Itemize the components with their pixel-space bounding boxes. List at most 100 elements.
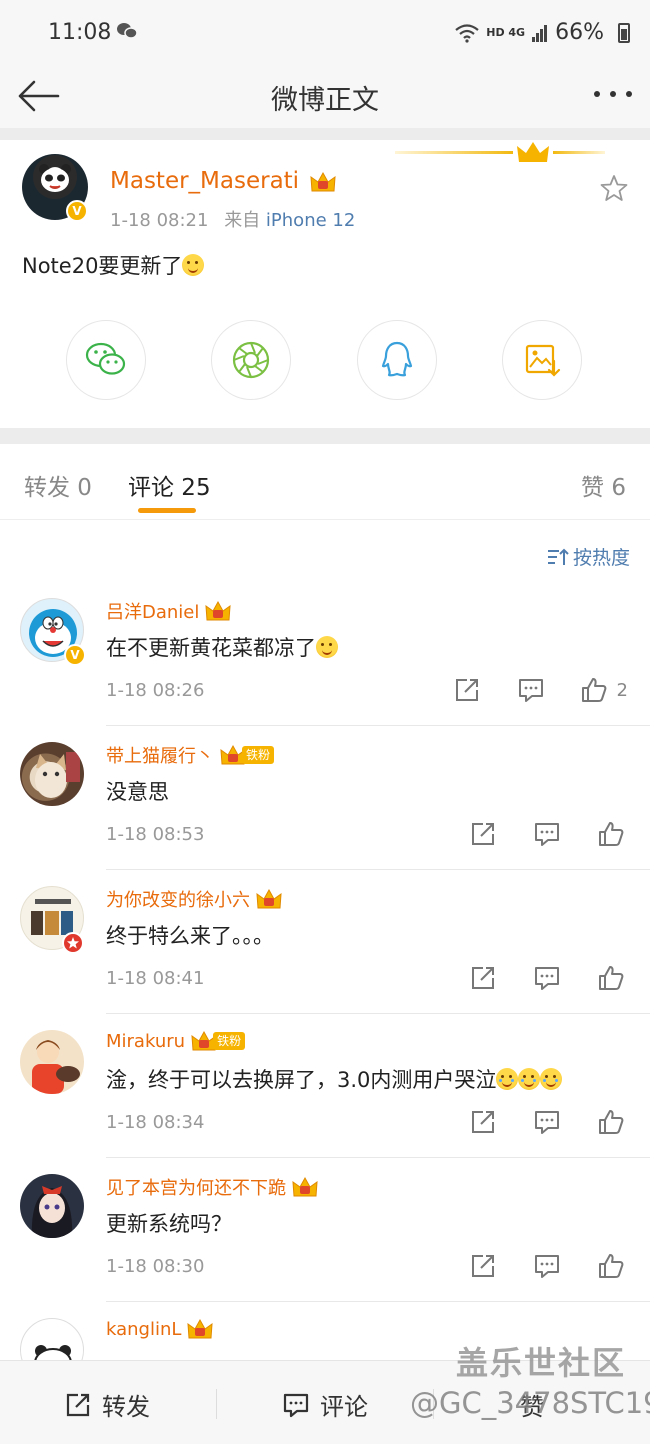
- reply-comment-icon[interactable]: [533, 820, 561, 848]
- reply-comment-icon[interactable]: [517, 676, 545, 704]
- commenter-avatar[interactable]: [20, 742, 84, 806]
- post-tabs: 转发 0 评论 25 赞 6: [0, 444, 650, 520]
- page-title: 微博正文: [271, 85, 379, 116]
- commenter-username[interactable]: Mirakuru: [106, 1031, 185, 1052]
- status-bar: 11:08 HD 4G 66%: [0, 0, 650, 66]
- cartoon-girl-avatar-icon: [32, 1040, 80, 1094]
- commenter-username[interactable]: 见了本宫为何还不下跪: [106, 1174, 286, 1200]
- tab-comments[interactable]: 评论 25: [128, 468, 211, 502]
- yummy-emoji-icon: [316, 636, 338, 658]
- comment-time: 1-18 08:34: [106, 1112, 205, 1133]
- repost-comment-icon[interactable]: [453, 676, 481, 704]
- verified-badge-icon: V: [64, 644, 86, 666]
- commenter-avatar[interactable]: [20, 1318, 84, 1360]
- commenter-name[interactable]: 为你改变的徐小六: [106, 886, 282, 912]
- network-label: HD 4G: [486, 26, 526, 39]
- share-moments-button[interactable]: [211, 320, 291, 400]
- comment-item: Mirakuru 铁粉 淦，终于可以去换屏了，3.0内测用户哭泣 1-18 08…: [0, 1014, 650, 1158]
- crying-emoji-icon: [496, 1068, 519, 1090]
- comment-text-content: 在不更新黄花菜都凉了: [106, 636, 316, 660]
- like-comment-icon[interactable]: [597, 964, 625, 992]
- post-time: 1-18 08:21: [110, 210, 209, 231]
- commenter-name[interactable]: 带上猫履行丶 铁粉: [106, 742, 275, 768]
- reply-comment-icon[interactable]: [533, 1108, 561, 1136]
- comment-icon: [283, 1393, 309, 1417]
- repost-button[interactable]: 转发: [64, 1387, 150, 1422]
- anime-girl-avatar-icon: [31, 1186, 73, 1238]
- repost-comment-icon[interactable]: [469, 964, 497, 992]
- reply-comment-icon[interactable]: [533, 964, 561, 992]
- panda-avatar-icon: [39, 164, 71, 192]
- commenter-avatar[interactable]: [20, 1174, 84, 1238]
- cat-avatar-icon: [35, 752, 80, 798]
- commenter-name[interactable]: kanglinL: [106, 1318, 213, 1340]
- wifi-icon: [455, 23, 479, 43]
- comment-time: 1-18 08:30: [106, 1256, 205, 1277]
- commenter-username[interactable]: 为你改变的徐小六: [106, 886, 250, 912]
- share-wechat-button[interactable]: [66, 320, 146, 400]
- post-meta: 1-18 08:21 来自 iPhone 12: [110, 206, 355, 232]
- like-count: 2: [616, 680, 628, 701]
- comment-time: 1-18 08:26: [106, 680, 205, 701]
- watermark-site: 盖乐世社区: [456, 1344, 627, 1382]
- vip-crown-icon: [256, 888, 282, 909]
- repost-comment-icon[interactable]: [469, 820, 497, 848]
- iron-fan-badge: 铁粉: [242, 746, 275, 764]
- crown-banner-icon: [395, 142, 605, 162]
- comment-text: 没意思: [106, 780, 169, 804]
- repost-label[interactable]: 转发: [102, 1387, 150, 1422]
- post-source-link[interactable]: iPhone 12: [266, 210, 355, 231]
- moments-icon: [232, 341, 270, 379]
- more-options-icon[interactable]: [592, 84, 634, 104]
- share-qq-button[interactable]: [357, 320, 437, 400]
- navigation-bar: 微博正文: [0, 66, 650, 128]
- signal-icon: [532, 24, 548, 42]
- vip-crown-icon: [310, 171, 336, 191]
- repost-comment-icon[interactable]: [469, 1108, 497, 1136]
- commenter-name[interactable]: 见了本宫为何还不下跪: [106, 1174, 318, 1200]
- commenter-username[interactable]: 带上猫履行丶: [106, 742, 214, 768]
- commenter-username[interactable]: kanglinL: [106, 1319, 181, 1340]
- comment-button[interactable]: 评论: [282, 1387, 368, 1422]
- like-comment-icon[interactable]: [597, 1108, 625, 1136]
- save-image-icon: [525, 344, 561, 377]
- comment-text: 在不更新黄花菜都凉了: [106, 632, 338, 662]
- star-badge-icon: [62, 932, 84, 954]
- comment-text-content: 淦，终于可以去换屏了，3.0内测用户哭泣: [106, 1068, 497, 1092]
- tab-repost[interactable]: 转发 0: [24, 468, 92, 502]
- tab-likes[interactable]: 赞 6: [581, 468, 626, 502]
- bottom-bar-divider: [216, 1389, 217, 1419]
- vip-crown-icon: [292, 1176, 318, 1197]
- comment-label[interactable]: 评论: [320, 1387, 368, 1422]
- post-content: Note20要更新了: [22, 250, 205, 280]
- like-comment-icon[interactable]: [597, 820, 625, 848]
- post-author-username[interactable]: Master_Maserati: [110, 168, 299, 194]
- comment-text: 终于特么来了。。。: [106, 924, 274, 948]
- post-author-name[interactable]: Master_Maserati: [110, 168, 336, 194]
- status-indicators: HD 4G 66%: [454, 20, 604, 45]
- comment-item: 见了本宫为何还不下跪 更新系统吗？ 1-18 08:30: [0, 1158, 650, 1302]
- comment-item: V 吕洋Daniel 在不更新黄花菜都凉了 1-18 08:26 2: [0, 582, 650, 726]
- verified-badge-icon: V: [66, 200, 88, 222]
- wechat-icon: [85, 342, 126, 375]
- like-comment-icon[interactable]: [597, 1252, 625, 1280]
- like-comment-icon[interactable]: [580, 676, 608, 704]
- section-divider: [0, 428, 650, 444]
- commenter-avatar[interactable]: [20, 1030, 84, 1094]
- comment-time: 1-18 08:53: [106, 824, 205, 845]
- sort-label[interactable]: 按热度: [573, 543, 630, 570]
- save-image-button[interactable]: [502, 320, 582, 400]
- sort-by-hot-button[interactable]: 按热度: [547, 543, 630, 570]
- commenter-username[interactable]: 吕洋Daniel: [106, 598, 199, 624]
- vip-crown-icon: [187, 1318, 213, 1339]
- commenter-name[interactable]: 吕洋Daniel: [106, 598, 231, 624]
- repost-comment-icon[interactable]: [469, 1252, 497, 1280]
- comment-text: 更新系统吗？: [106, 1212, 232, 1236]
- reply-comment-icon[interactable]: [533, 1252, 561, 1280]
- post-author-avatar[interactable]: V: [22, 154, 88, 222]
- section-divider: [0, 128, 650, 140]
- favorite-star-icon[interactable]: [600, 174, 628, 202]
- commenter-name[interactable]: Mirakuru 铁粉: [106, 1030, 246, 1052]
- sort-icon: [547, 548, 569, 565]
- vip-crown-icon: [205, 600, 231, 621]
